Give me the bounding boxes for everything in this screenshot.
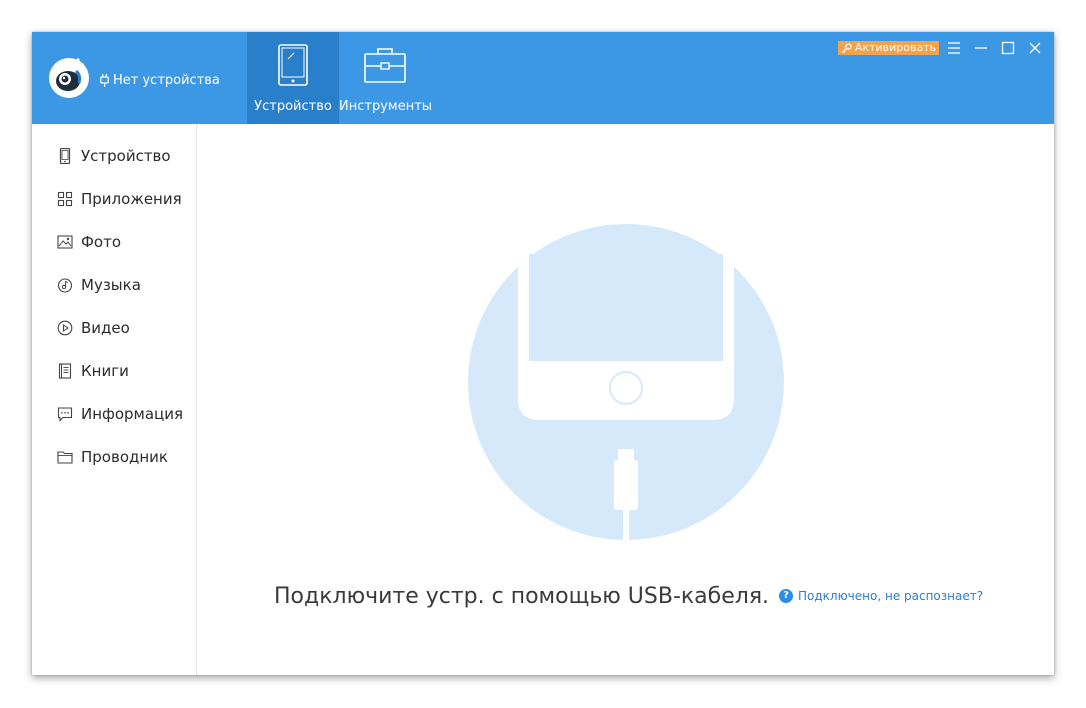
- tab-tools-label: Инструменты: [339, 99, 433, 114]
- plug-icon: [100, 74, 109, 87]
- sidebar-item-explorer[interactable]: Проводник: [57, 446, 168, 468]
- device-status-label: Нет устройства: [113, 73, 220, 88]
- sidebar-item-label: Информация: [81, 405, 184, 423]
- tab-tools[interactable]: Инструменты: [339, 32, 433, 124]
- device-icon: [59, 148, 71, 164]
- connect-instruction: Подключите устр. с помощью USB-кабеля.: [274, 584, 770, 609]
- menu-icon[interactable]: [946, 40, 962, 56]
- device-status: Нет устройства: [100, 73, 220, 88]
- minimize-icon[interactable]: [973, 40, 989, 56]
- header-bar: Нет устройства Устройство Инструменты Ак…: [32, 32, 1054, 124]
- folder-icon: [57, 451, 73, 464]
- question-icon: ?: [779, 589, 793, 603]
- message-icon: [57, 407, 73, 422]
- maximize-icon[interactable]: [1000, 40, 1016, 56]
- connect-device-illustration: [468, 224, 784, 540]
- sidebar-item-books[interactable]: Книги: [57, 360, 129, 382]
- activate-button[interactable]: Активировать: [838, 41, 939, 55]
- sidebar-item-label: Приложения: [81, 190, 182, 208]
- sidebar-item-photo[interactable]: Фото: [57, 231, 121, 253]
- sidebar-item-apps[interactable]: Приложения: [57, 188, 182, 210]
- sidebar: Устройство Приложения Фото Музыка Видео …: [32, 124, 197, 675]
- sidebar-item-label: Музыка: [81, 276, 141, 294]
- help-link-label: Подключено, не распознает?: [798, 589, 984, 603]
- sidebar-item-info[interactable]: Информация: [57, 403, 183, 425]
- key-icon: [841, 43, 852, 53]
- apps-grid-icon: [57, 191, 73, 207]
- photo-icon: [57, 235, 73, 249]
- book-icon: [58, 363, 72, 379]
- tab-device[interactable]: Устройство: [247, 32, 339, 124]
- music-icon: [57, 278, 73, 293]
- close-icon[interactable]: [1027, 40, 1043, 56]
- toolbox-icon: [364, 48, 406, 83]
- sidebar-item-label: Проводник: [81, 448, 168, 466]
- sidebar-item-music[interactable]: Музыка: [57, 274, 141, 296]
- app-window: Нет устройства Устройство Инструменты Ак…: [32, 32, 1054, 675]
- sidebar-item-label: Книги: [81, 362, 129, 380]
- help-link[interactable]: ? Подключено, не распознает?: [779, 589, 983, 603]
- tab-device-label: Устройство: [254, 99, 332, 114]
- video-icon: [57, 320, 73, 336]
- phone-icon: [278, 44, 308, 86]
- main-content: Подключите устр. с помощью USB-кабеля. ?…: [197, 124, 1054, 675]
- app-logo-icon: [49, 58, 89, 98]
- sidebar-item-label: Устройство: [81, 147, 171, 165]
- sidebar-item-device[interactable]: Устройство: [57, 145, 171, 167]
- activate-label: Активировать: [854, 41, 937, 54]
- sidebar-item-label: Фото: [81, 233, 122, 251]
- sidebar-item-video[interactable]: Видео: [57, 317, 130, 339]
- sidebar-item-label: Видео: [81, 319, 130, 337]
